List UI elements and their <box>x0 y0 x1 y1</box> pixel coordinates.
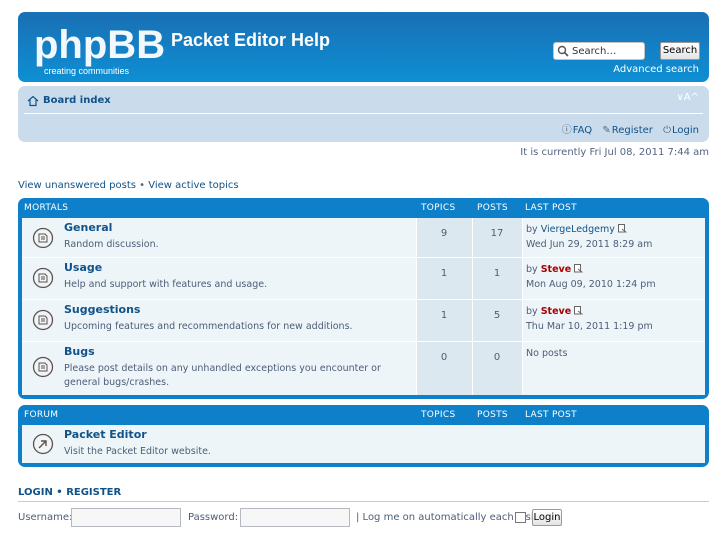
current-time: It is currently Fri Jul 08, 2011 7:44 am <box>520 147 709 158</box>
forum-link-suggestions[interactable]: Suggestions <box>64 303 140 316</box>
forum-link-usage[interactable]: Usage <box>64 261 102 274</box>
register-link[interactable]: ✎Register <box>602 125 653 136</box>
col-posts: POSTS <box>477 203 508 213</box>
posts-count: 1 <box>493 268 501 279</box>
last-post: No posts <box>526 346 567 361</box>
nav-links: ⓘFAQ ✎Register ⏻Login <box>555 121 699 136</box>
view-latest-post-icon[interactable] <box>574 264 583 273</box>
forum-read-icon <box>32 267 54 289</box>
forum-link-bugs[interactable]: Bugs <box>64 345 95 358</box>
search-placeholder: Search… <box>572 46 617 57</box>
category-mortals: MORTALS TOPICS POSTS LAST POST General R… <box>18 198 709 399</box>
login-title: LOGIN • REGISTER <box>18 487 121 498</box>
navbar-divider <box>24 113 703 114</box>
topics-count: 9 <box>440 228 448 239</box>
power-icon: ⏻ <box>663 125 672 136</box>
last-post-date: Thu Mar 10, 2011 1:19 pm <box>526 321 653 332</box>
view-latest-post-icon[interactable] <box>617 224 627 233</box>
posts-count: 17 <box>490 228 504 239</box>
login-divider <box>18 501 709 502</box>
category-title[interactable]: MORTALS <box>24 203 68 213</box>
font-size-toggle[interactable]: ∨A^ <box>676 92 699 103</box>
home-icon <box>27 95 39 107</box>
username-field[interactable] <box>71 508 181 527</box>
password-label: Password: <box>188 512 239 523</box>
forum-row: Packet Editor Visit the Packet Editor we… <box>22 425 705 463</box>
forum-description: Upcoming features and recommendations fo… <box>64 321 353 332</box>
forum-description: Visit the Packet Editor website. <box>64 446 211 457</box>
forum-link-packet-editor[interactable]: Packet Editor <box>64 428 147 441</box>
quick-links: View unanswered posts • View active topi… <box>18 180 239 191</box>
forum-link-icon <box>32 433 54 455</box>
last-post: by Steve Mon Aug 09, 2010 1:24 pm <box>526 264 656 290</box>
col-topics: TOPICS <box>421 203 456 213</box>
topics-count: 1 <box>440 268 448 279</box>
col-topics: TOPICS <box>421 410 456 420</box>
topics-count: 0 <box>440 352 448 363</box>
last-post-date: Wed Jun 29, 2011 8:29 am <box>526 239 653 250</box>
faq-link[interactable]: ⓘFAQ <box>562 125 592 136</box>
site-title: Packet Editor Help <box>171 30 331 50</box>
login-heading-link[interactable]: LOGIN <box>18 487 53 498</box>
login-button[interactable]: Login <box>532 509 562 526</box>
forum-read-icon <box>32 356 54 378</box>
login-link[interactable]: ⏻Login <box>663 125 699 136</box>
last-post: by ViergeLedgemy Wed Jun 29, 2011 8:29 a… <box>526 224 653 250</box>
logo-tagline: creating communities <box>44 66 130 76</box>
col-last-post: LAST POST <box>525 410 577 420</box>
phpbb-logo[interactable]: phpBB creating communities <box>32 20 182 78</box>
register-heading-link[interactable]: REGISTER <box>66 487 121 498</box>
col-last-post: LAST POST <box>525 203 577 213</box>
last-post-date: Mon Aug 09, 2010 1:24 pm <box>526 279 656 290</box>
register-icon: ✎ <box>602 125 611 136</box>
forum-read-icon <box>32 309 54 331</box>
view-latest-post-icon[interactable] <box>574 306 583 315</box>
search-icon <box>557 45 569 57</box>
username-label: Username: <box>18 512 73 523</box>
forum-description: Help and support with features and usage… <box>64 279 268 290</box>
posts-count: 5 <box>493 310 501 321</box>
auto-login-checkbox[interactable] <box>515 512 526 523</box>
quick-links-separator: • <box>135 180 149 191</box>
posts-count: 0 <box>493 352 501 363</box>
forum-description: Please post details on any unhandled exc… <box>64 363 381 388</box>
search-input[interactable]: Search… <box>553 42 645 60</box>
last-post-user[interactable]: ViergeLedgemy <box>541 224 615 235</box>
board-index-link[interactable]: Board index <box>43 95 111 106</box>
unanswered-posts-link[interactable]: View unanswered posts <box>18 180 136 191</box>
forum-row: Usage Help and support with features and… <box>22 258 705 300</box>
forum-read-icon <box>32 227 54 249</box>
password-field[interactable] <box>240 508 350 527</box>
navbar: Board index ∨A^ ⓘFAQ ✎Register ⏻Login <box>18 86 709 142</box>
search-button[interactable]: Search <box>660 42 700 60</box>
active-topics-link[interactable]: View active topics <box>148 180 238 191</box>
forum-row: Suggestions Upcoming features and recomm… <box>22 300 705 342</box>
last-post-user[interactable]: Steve <box>541 264 571 275</box>
header-bar: phpBB creating communities Packet Editor… <box>18 12 709 82</box>
forum-link-general[interactable]: General <box>64 221 112 234</box>
category-forum: FORUM TOPICS POSTS LAST POST Packet Edit… <box>18 405 709 467</box>
forum-row: General Random discussion. 9 17 by Vierg… <box>22 218 705 258</box>
col-posts: POSTS <box>477 410 508 420</box>
login-form: Username: Password: | Log me on automati… <box>18 508 709 528</box>
topics-count: 1 <box>440 310 448 321</box>
logo-text: phpBB <box>34 23 165 67</box>
last-post-user[interactable]: Steve <box>541 306 571 317</box>
category-header: MORTALS TOPICS POSTS LAST POST <box>22 198 705 218</box>
forum-row: Bugs Please post details on any unhandle… <box>22 342 705 395</box>
forum-description: Random discussion. <box>64 239 159 250</box>
category-header: FORUM TOPICS POSTS LAST POST <box>22 405 705 425</box>
last-post: by Steve Thu Mar 10, 2011 1:19 pm <box>526 306 653 332</box>
faq-icon: ⓘ <box>561 125 572 136</box>
auto-login-label: | Log me on automatically each visit <box>356 512 538 523</box>
category-title[interactable]: FORUM <box>24 410 58 420</box>
login-title-separator: • <box>52 487 67 498</box>
no-posts-text: No posts <box>526 348 568 359</box>
advanced-search-link[interactable]: Advanced search <box>613 64 699 75</box>
